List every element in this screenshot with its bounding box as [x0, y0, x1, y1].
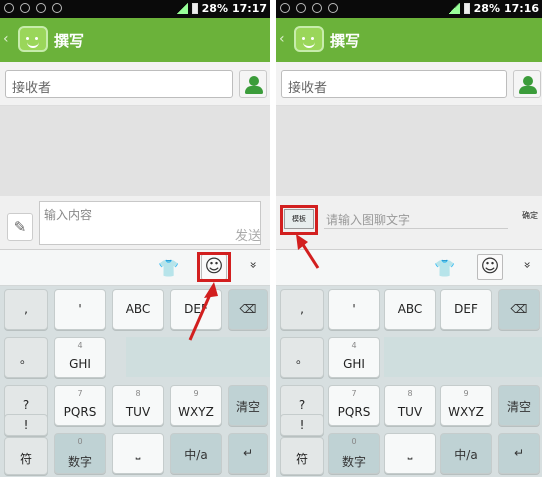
screen-right: 28% 17:16 ‹ 撰写 接收者 模板 请输入图聊文字 确定 👕 ☺ » , …	[276, 0, 542, 477]
screen-left: 28% 17:17 ‹ 撰写 接收者 ✎ 输入内容 发送 👕 ☺ » , ' AB…	[0, 0, 270, 477]
pointer-arrow	[188, 282, 218, 341]
pointer-arrow	[296, 234, 320, 269]
